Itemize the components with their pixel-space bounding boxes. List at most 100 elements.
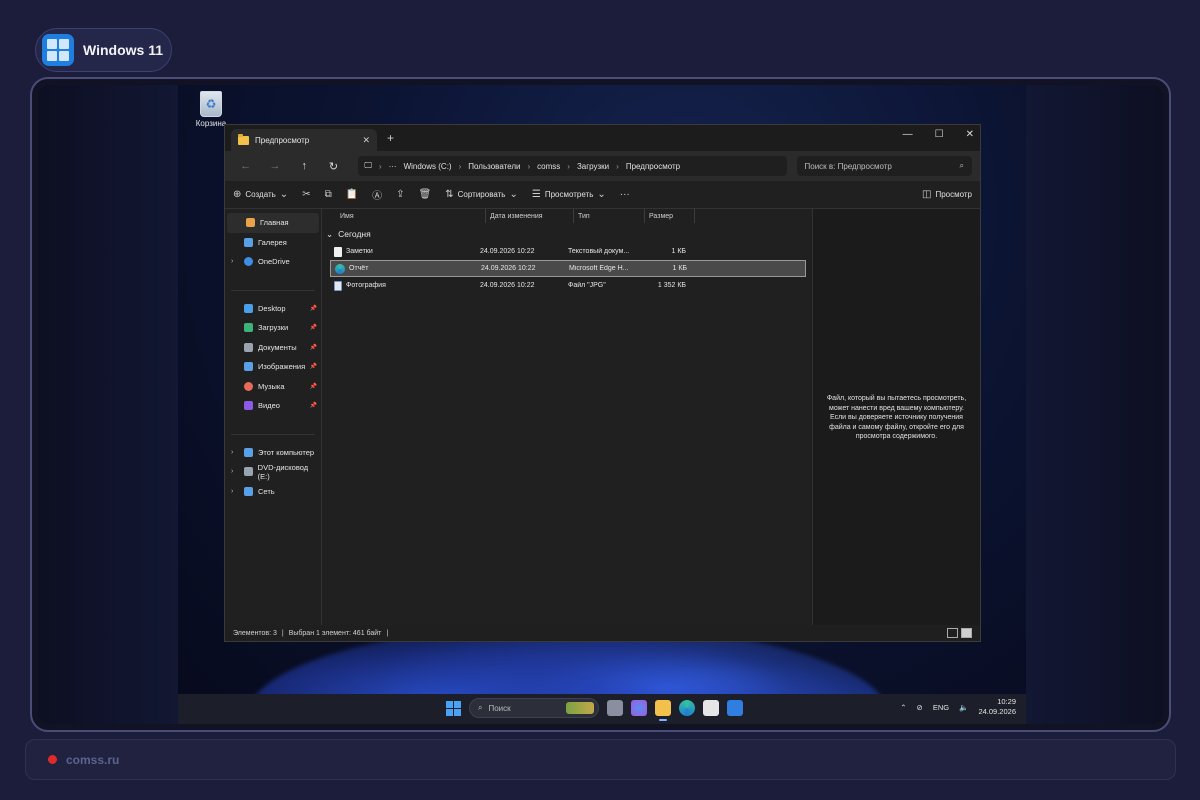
sidebar-item-this-pc[interactable]: › Этот компьютер [225,443,321,463]
volume-icon[interactable]: 🔈 [959,703,968,712]
screen-frame: ♻ Корзина Предпросмотр ✕ + — ☐ ✕ ← → ↑ ↻… [30,77,1171,732]
chevron-right-icon[interactable]: › [231,488,239,495]
search-placeholder: Поиск в: Предпросмотр [804,161,892,171]
window-controls: — ☐ ✕ [903,129,974,140]
table-row-selected[interactable]: Отчёт 24.09.2026 10:22 Microsoft Edge H.… [330,260,806,277]
sidebar-item-downloads[interactable]: Загрузки 📌 [225,318,321,338]
recycle-bin[interactable]: ♻ Корзина [186,91,236,128]
sidebar-item-home[interactable]: Главная [227,213,319,233]
refresh-button[interactable]: ↻ [321,160,346,173]
table-row[interactable]: Фотография 24.09.2026 10:22 Файл "JPG" 1… [330,277,806,294]
close-button[interactable]: ✕ [966,129,974,140]
taskbar-search[interactable]: ⌕ Поиск [469,698,599,718]
sidebar-item-video[interactable]: Видео 📌 [225,396,321,416]
tiles-view-icon[interactable] [961,628,972,638]
file-date: 24.09.2026 10:22 [480,248,535,255]
sidebar-item-documents[interactable]: Документы 📌 [225,338,321,358]
file-explorer-icon[interactable] [655,700,671,721]
sidebar-item-desktop[interactable]: Desktop 📌 [225,299,321,319]
sidebar-item-label: Галерея [258,237,287,247]
folder-icon [238,133,249,145]
tab-preview[interactable]: Предпросмотр ✕ [231,129,377,151]
divider [231,416,315,435]
file-size: 1 КБ [671,248,686,255]
chevron-up-icon[interactable]: ⌃ [900,703,906,712]
chevron-right-icon[interactable]: › [231,449,239,456]
clock[interactable]: 10:29 24.09.2026 [978,697,1016,717]
sidebar-item-music[interactable]: Музыка 📌 [225,377,321,397]
divider [231,272,315,291]
video-icon [244,401,253,411]
table-row[interactable]: Заметки 24.09.2026 10:22 Текстовый докум… [330,243,806,260]
breadcrumb-user[interactable]: comss [537,162,560,171]
group-header[interactable]: ⌄ Сегодня [322,225,812,243]
address-bar[interactable]: 🖵 › ··· Windows (C:) › Пользователи › co… [358,156,787,176]
file-date: 24.09.2026 10:22 [480,282,535,289]
start-button[interactable] [446,700,461,716]
column-size[interactable]: Размер [645,209,695,223]
sidebar-item-dvd[interactable]: › DVD-дисковод (E:) [225,462,321,482]
computer-icon [244,447,253,457]
desktop-icon [244,303,253,313]
back-button[interactable]: ← [233,160,258,172]
network-off-icon[interactable]: ⊘ [917,703,923,712]
preview-pane-button[interactable]: ◫ Просмотр [922,189,972,200]
share-icon[interactable]: ⇪ [396,189,404,200]
sidebar-item-onedrive[interactable]: › OneDrive [225,252,321,272]
sidebar-item-gallery[interactable]: Галерея [225,233,321,253]
delete-icon[interactable]: 🗑 [419,189,432,200]
more-options-button[interactable]: ··· [620,189,630,200]
new-label: Создать [245,190,276,199]
column-name[interactable]: Имя [322,209,486,223]
search-icon: ⌕ [478,703,483,712]
new-button[interactable]: ⊕ Создать ⌄ [233,189,288,200]
breadcrumb-downloads[interactable]: Загрузки [577,162,609,171]
cloud-icon [244,257,253,267]
rename-icon[interactable]: Ⓐ [372,187,382,202]
copy-icon[interactable]: ⧉ [325,189,332,200]
store-icon[interactable] [703,700,719,716]
task-view-icon[interactable] [607,700,623,716]
sidebar-item-pictures[interactable]: Изображения 📌 [225,357,321,377]
language-indicator[interactable]: ENG [933,703,949,712]
edge-icon[interactable] [679,700,695,716]
sort-button[interactable]: ⇅ Сортировать ⌄ [445,189,518,200]
documents-icon [244,342,253,352]
chevron-right-icon[interactable]: › [231,258,239,265]
taskbar: ⌕ Поиск ⌃ ⊘ ENG 🔈 10:29 24.09.2026 [178,694,1026,724]
cut-icon[interactable]: ✂ [302,189,310,200]
breadcrumb-users[interactable]: Пользователи [468,162,520,171]
plus-circle-icon: ⊕ [233,189,242,200]
footer-bar: comss.ru [25,739,1176,780]
edge-html-icon [335,263,345,274]
items-count: Элементов: 3 [233,629,277,637]
column-type[interactable]: Тип [574,209,645,223]
navigation-bar: ← → ↑ ↻ 🖵 › ··· Windows (C:) › Пользоват… [225,151,980,181]
file-explorer-window: Предпросмотр ✕ + — ☐ ✕ ← → ↑ ↻ 🖵 › ··· W… [224,124,981,642]
maximize-button[interactable]: ☐ [935,129,944,140]
details-view-icon[interactable] [947,628,958,638]
tab-close-icon[interactable]: ✕ [362,135,370,146]
sidebar-item-label: OneDrive [258,257,290,267]
copilot-icon[interactable] [631,700,647,716]
up-button[interactable]: ↑ [292,160,317,172]
desktop: ♻ Корзина Предпросмотр ✕ + — ☐ ✕ ← → ↑ ↻… [178,85,1026,724]
chevron-right-icon: › [527,161,531,171]
paste-icon[interactable]: 📋 [346,189,358,200]
chevron-right-icon[interactable]: › [231,468,239,475]
search-input[interactable]: Поиск в: Предпросмотр ⌕ [796,156,973,176]
view-button[interactable]: ☰ Просмотреть ⌄ [532,189,606,200]
forward-button[interactable]: → [262,160,287,172]
left-blur-panel [38,85,178,724]
mail-icon[interactable] [727,700,743,716]
chevron-down-icon: ⌄ [597,189,606,200]
sidebar-item-label: Desktop [258,303,286,313]
column-date[interactable]: Дата изменения [486,209,574,223]
chevron-right-icon: › [567,161,570,171]
minimize-button[interactable]: — [903,129,913,140]
breadcrumb-drive[interactable]: Windows (C:) [404,162,452,171]
breadcrumb-current[interactable]: Предпросмотр [626,162,680,171]
new-tab-button[interactable]: + [387,131,394,145]
address-more-button[interactable]: ··· [389,162,397,171]
sidebar-item-network[interactable]: › Сеть [225,482,321,502]
